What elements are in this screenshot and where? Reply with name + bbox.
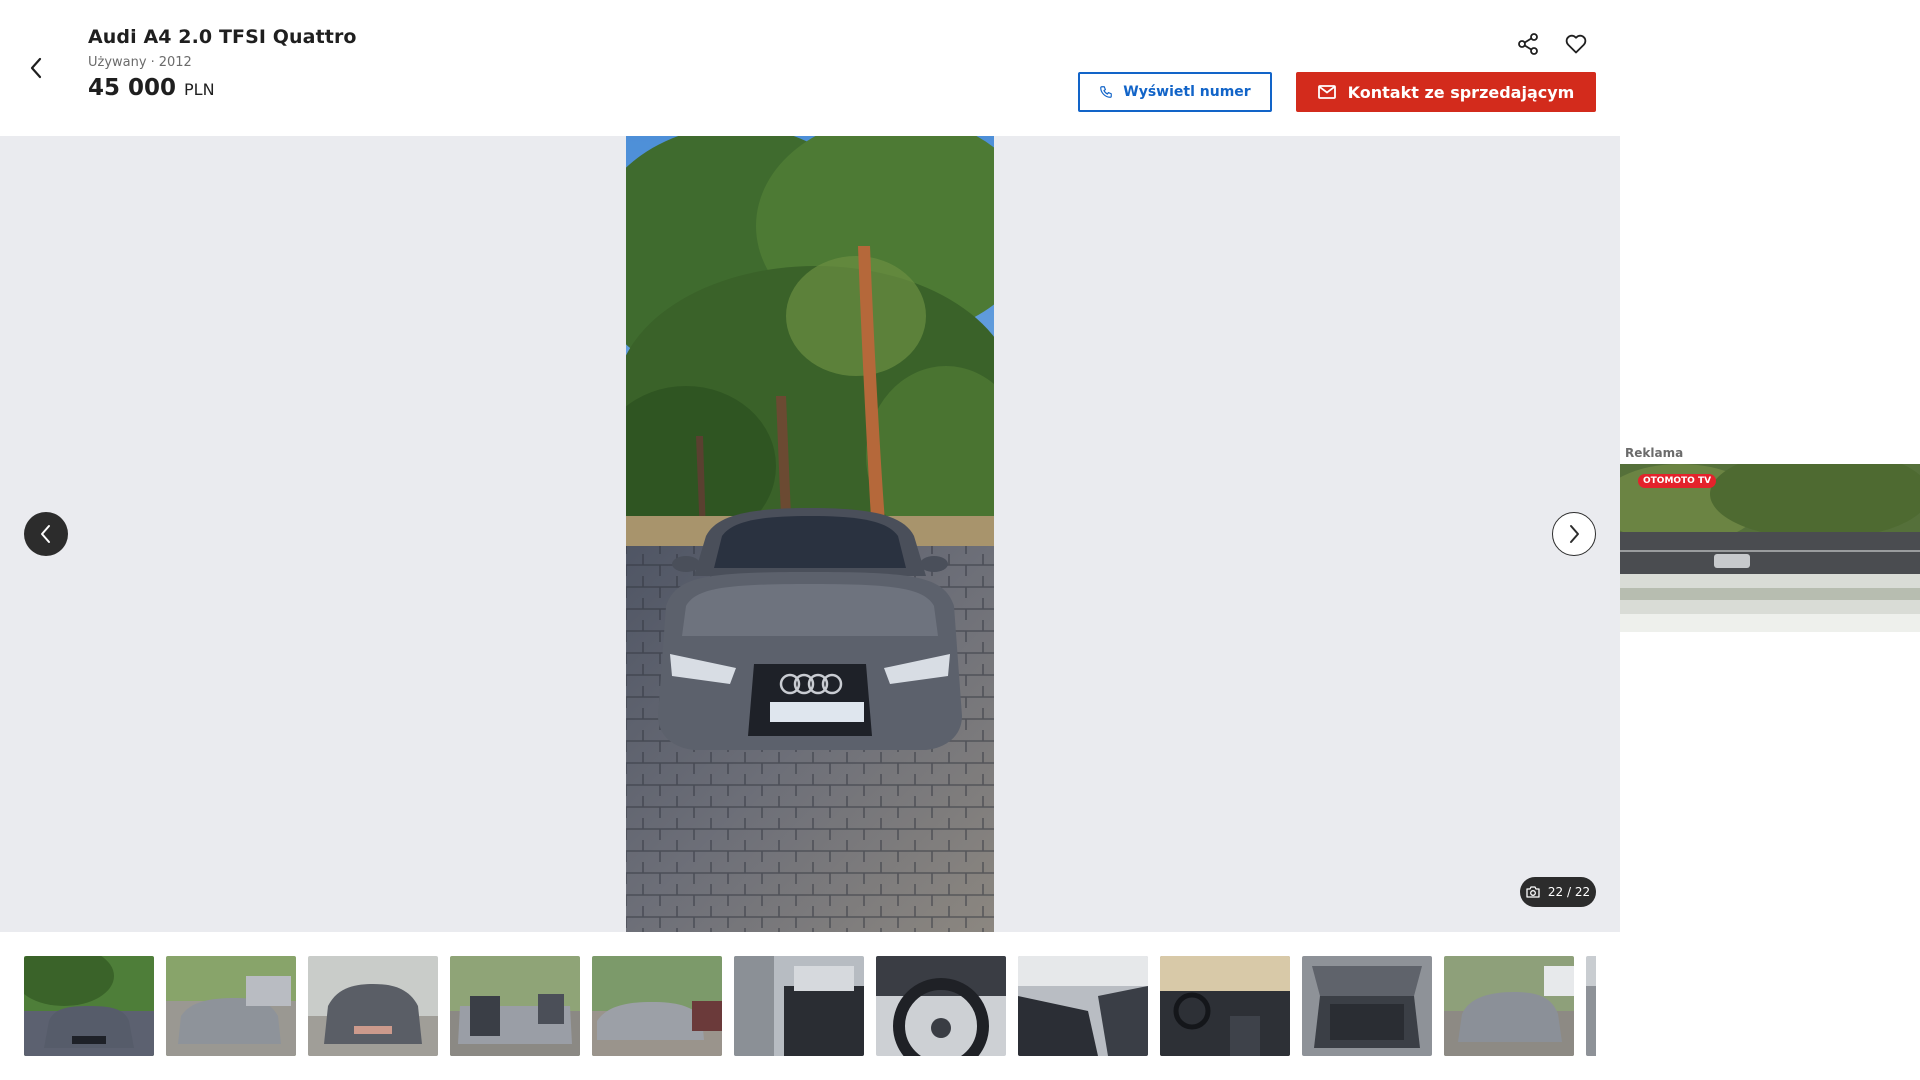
contact-seller-label: Kontakt ze sprzedającym <box>1347 82 1575 102</box>
next-photo-button[interactable] <box>1552 512 1596 556</box>
previous-photo-button[interactable] <box>24 512 68 556</box>
main-photo[interactable] <box>626 136 994 932</box>
year-label: 2012 <box>158 55 192 70</box>
ad-logo: OTOMOTO TV <box>1638 474 1717 488</box>
phone-icon <box>1100 86 1113 98</box>
listing-title: Audi A4 2.0 TFSI Quattro <box>88 26 357 48</box>
advertisement: Reklama OTOMOTO TV <box>1620 446 1920 632</box>
thumbnail-8[interactable] <box>1018 956 1148 1056</box>
photo-gallery: 22 / 22 <box>0 136 1620 932</box>
back-button[interactable] <box>20 48 52 88</box>
mail-icon <box>1317 85 1336 99</box>
thumbnail-7[interactable] <box>876 956 1006 1056</box>
ad-banner-image <box>1620 464 1920 632</box>
chevron-left-icon <box>30 57 42 79</box>
thumbnail-12[interactable] <box>1586 956 1596 1056</box>
thumbnail-9[interactable] <box>1160 956 1290 1056</box>
thumbnail-strip <box>24 956 1596 1056</box>
condition-label: Używany <box>88 55 147 70</box>
thumbnail-6[interactable] <box>734 956 864 1056</box>
ad-label: Reklama <box>1625 446 1684 460</box>
listing-summary: Audi A4 2.0 TFSI Quattro Używany · 2012 … <box>88 26 357 101</box>
show-number-button[interactable]: Wyświetl numer <box>1078 72 1272 112</box>
share-icon <box>1518 33 1538 55</box>
thumbnail-11[interactable] <box>1444 956 1574 1056</box>
share-button[interactable] <box>1512 28 1544 60</box>
car-photo-image <box>626 136 994 932</box>
contact-seller-button[interactable]: Kontakt ze sprzedającym <box>1296 72 1596 112</box>
price-row: 45 000 PLN <box>88 75 357 101</box>
meta-separator: · <box>150 55 155 70</box>
listing-header: Audi A4 2.0 TFSI Quattro Używany · 2012 … <box>0 0 1620 136</box>
heart-icon <box>1565 34 1587 54</box>
favorite-button[interactable] <box>1560 28 1592 60</box>
chevron-right-icon <box>1570 525 1579 543</box>
ad-banner[interactable]: OTOMOTO TV <box>1620 464 1920 632</box>
thumbnail-1[interactable] <box>24 956 154 1056</box>
thumbnail-3[interactable] <box>308 956 438 1056</box>
listing-meta: Używany · 2012 <box>88 55 357 70</box>
show-number-label: Wyświetl numer <box>1123 84 1251 100</box>
thumbnail-4[interactable] <box>450 956 580 1056</box>
chevron-left-icon <box>41 525 50 543</box>
photo-counter: 22 / 22 <box>1520 877 1596 907</box>
price-value: 45 000 <box>88 75 177 101</box>
price-currency: PLN <box>184 80 215 99</box>
camera-icon <box>1526 886 1540 898</box>
photo-counter-label: 22 / 22 <box>1547 885 1591 899</box>
thumbnail-10[interactable] <box>1302 956 1432 1056</box>
thumbnail-5[interactable] <box>592 956 722 1056</box>
thumbnail-2[interactable] <box>166 956 296 1056</box>
